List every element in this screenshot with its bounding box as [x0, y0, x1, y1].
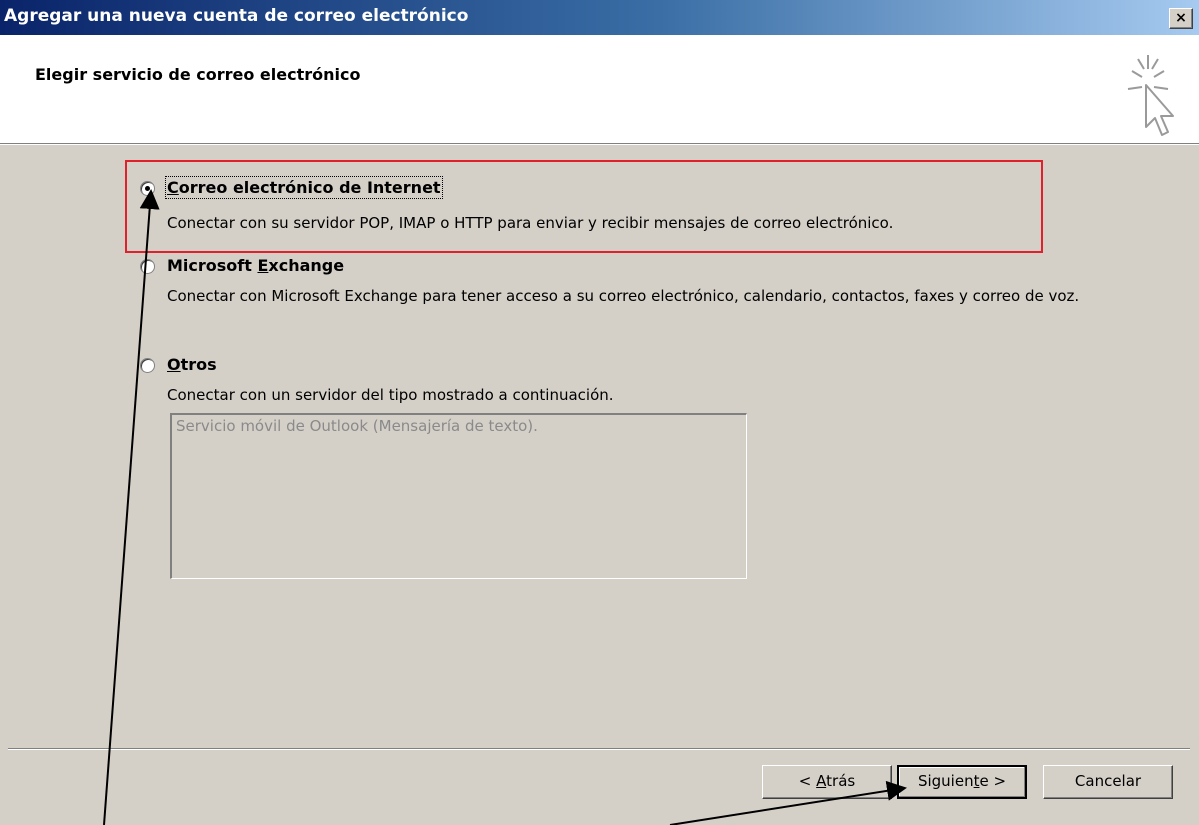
wizard-cursor-icon — [1127, 55, 1174, 136]
close-button[interactable]: × — [1169, 8, 1193, 29]
option-title-others[interactable]: Otros — [167, 355, 217, 374]
cancel-button[interactable]: Cancelar — [1043, 765, 1173, 799]
option-desc-others: Conectar con un servidor del tipo mostra… — [167, 386, 614, 404]
radio-others[interactable] — [140, 358, 155, 373]
option-title-exchange[interactable]: Microsoft Exchange — [167, 256, 344, 275]
window-title: Agregar una nueva cuenta de correo elect… — [4, 6, 469, 26]
title-bar: Agregar una nueva cuenta de correo elect… — [0, 0, 1199, 35]
radio-internet-email[interactable] — [140, 181, 155, 196]
footer-separator — [8, 748, 1190, 750]
back-button[interactable]: < Atrás — [762, 765, 892, 799]
option-title-internet-email[interactable]: Correo electrónico de Internet — [165, 176, 443, 199]
list-item[interactable]: Servicio móvil de Outlook (Mensajería de… — [176, 417, 538, 435]
highlight-box — [125, 160, 1043, 253]
option-desc-internet-email: Conectar con su servidor POP, IMAP o HTT… — [167, 214, 894, 232]
next-button[interactable]: Siguiente > — [897, 765, 1027, 799]
option-desc-exchange: Conectar con Microsoft Exchange para ten… — [167, 287, 1080, 305]
wizard-body: Correo electrónico de Internet Conectar … — [0, 145, 1199, 825]
radio-exchange[interactable] — [140, 259, 155, 274]
page-title: Elegir servicio de correo electrónico — [35, 65, 361, 84]
wizard-header: Elegir servicio de correo electrónico — [0, 35, 1199, 143]
other-servers-list[interactable]: Servicio móvil de Outlook (Mensajería de… — [170, 413, 747, 579]
